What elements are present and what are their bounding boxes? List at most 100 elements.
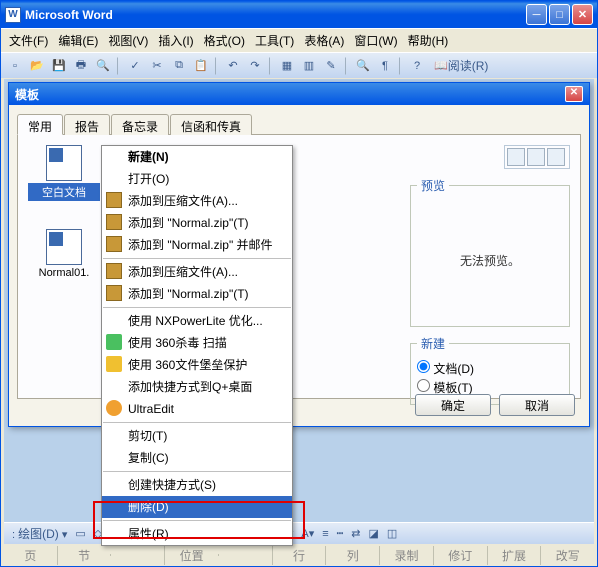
open-icon[interactable]: 📂: [27, 56, 47, 76]
status-blank: [110, 554, 164, 556]
view-large-icon[interactable]: [507, 148, 525, 166]
context-item-15[interactable]: 剪切(T): [102, 425, 292, 447]
dialog-title: 模板: [15, 86, 39, 103]
menu-file[interactable]: 文件(F): [5, 30, 52, 51]
zip-icon: [106, 285, 122, 301]
menu-window[interactable]: 窗口(W): [350, 30, 401, 51]
menu-insert[interactable]: 插入(I): [154, 30, 197, 51]
status-line: 行: [272, 546, 326, 565]
menu-format[interactable]: 格式(O): [200, 30, 249, 51]
select-icon[interactable]: ▭: [73, 526, 87, 541]
menu-view[interactable]: 视图(V): [104, 30, 152, 51]
context-item-4[interactable]: 添加到 "Normal.zip" 并邮件: [102, 234, 292, 256]
columns-icon[interactable]: ▥: [299, 56, 319, 76]
context-item-19[interactable]: 删除(D): [102, 496, 292, 518]
maximize-button[interactable]: □: [549, 4, 570, 25]
context-item-21[interactable]: 属性(R): [102, 523, 292, 545]
document-icon: [46, 229, 82, 265]
cut-icon[interactable]: ✂: [147, 56, 167, 76]
separator: [345, 57, 349, 75]
zoom-icon[interactable]: 🔍: [353, 56, 373, 76]
menu-table[interactable]: 表格(A): [300, 30, 348, 51]
drawing-toolbar: : 绘图(D) ▾ ▭ ◇ ╲ ↘ ▭ ◯ A 𝐀 ⬡ 🖼 🪣▾ ✎▾ A▾ ≡…: [4, 522, 594, 544]
read-button[interactable]: 📖 阅读(R): [429, 56, 493, 76]
dialog-close-button[interactable]: ✕: [565, 86, 583, 102]
preview-icon[interactable]: 🔍: [93, 56, 113, 76]
help-icon[interactable]: ?: [407, 56, 427, 76]
drawing-icon[interactable]: ✎: [321, 56, 341, 76]
context-item-label: 添加到 "Normal.zip"(T): [128, 287, 249, 301]
font-color-icon[interactable]: A▾: [299, 526, 316, 541]
context-item-label: UltraEdit: [128, 402, 174, 416]
context-item-13[interactable]: UltraEdit: [102, 398, 292, 420]
undo-icon[interactable]: ↶: [223, 56, 243, 76]
menu-tools[interactable]: 工具(T): [251, 30, 298, 51]
context-item-16[interactable]: 复制(C): [102, 447, 292, 469]
copy-icon[interactable]: ⧉: [169, 56, 189, 76]
view-list-icon[interactable]: [527, 148, 545, 166]
menu-separator: [103, 307, 291, 308]
s360y-icon: [106, 356, 122, 372]
menu-separator: [103, 258, 291, 259]
zip-icon: [106, 214, 122, 230]
tab-report[interactable]: 报告: [64, 114, 110, 135]
preview-text: 无法预览。: [417, 200, 563, 320]
drawing-label[interactable]: : 绘图(D) ▾: [10, 524, 69, 543]
context-item-18[interactable]: 创建快捷方式(S): [102, 474, 292, 496]
cancel-button[interactable]: 取消: [499, 394, 575, 416]
context-item-0[interactable]: 新建(N): [102, 146, 292, 168]
line-style-icon[interactable]: ≡: [320, 527, 330, 541]
context-item-1[interactable]: 打开(O): [102, 168, 292, 190]
separator: [269, 57, 273, 75]
minimize-button[interactable]: ─: [526, 4, 547, 25]
menu-edit[interactable]: 编辑(E): [54, 30, 102, 51]
print-icon[interactable]: 🖶: [71, 56, 91, 76]
close-button[interactable]: ✕: [572, 4, 593, 25]
context-item-label: 剪切(T): [128, 429, 167, 443]
context-item-6[interactable]: 添加到压缩文件(A)...: [102, 261, 292, 283]
context-item-label: 属性(R): [128, 527, 169, 541]
status-page: 页: [4, 546, 57, 565]
context-item-label: 复制(C): [128, 451, 169, 465]
context-item-7[interactable]: 添加到 "Normal.zip"(T): [102, 283, 292, 305]
paste-icon[interactable]: 📋: [191, 56, 211, 76]
tab-memo[interactable]: 备忘录: [111, 114, 169, 135]
redo-icon[interactable]: ↷: [245, 56, 265, 76]
status-overwrite: 改写: [540, 546, 594, 565]
context-item-11[interactable]: 使用 360文件堡垒保护: [102, 354, 292, 376]
separator: [399, 57, 403, 75]
context-item-label: 添加到 "Normal.zip"(T): [128, 216, 249, 230]
template-item-normal[interactable]: Normal01.: [28, 229, 100, 279]
context-item-10[interactable]: 使用 360杀毒 扫描: [102, 332, 292, 354]
context-item-2[interactable]: 添加到压缩文件(A)...: [102, 190, 292, 212]
new-legend: 新建: [417, 335, 449, 352]
status-section: 节: [57, 546, 111, 565]
context-item-3[interactable]: 添加到 "Normal.zip"(T): [102, 212, 292, 234]
status-extend: 扩展: [487, 546, 541, 565]
tab-letter[interactable]: 信函和传真: [170, 114, 252, 135]
context-item-9[interactable]: 使用 NXPowerLite 优化...: [102, 310, 292, 332]
context-item-label: 使用 360文件堡垒保护: [128, 358, 247, 372]
table-icon[interactable]: ▦: [277, 56, 297, 76]
view-detail-icon[interactable]: [547, 148, 565, 166]
shadow-icon[interactable]: ◪: [367, 526, 381, 541]
arrow-style-icon[interactable]: ⇄: [349, 526, 362, 541]
context-item-12[interactable]: 添加快捷方式到Q+桌面: [102, 376, 292, 398]
tab-common[interactable]: 常用: [17, 114, 63, 135]
context-item-label: 添加到压缩文件(A)...: [128, 194, 238, 208]
template-item-blank[interactable]: 空白文档: [28, 145, 100, 201]
context-item-label: 使用 NXPowerLite 优化...: [128, 314, 263, 328]
save-icon[interactable]: 💾: [49, 56, 69, 76]
new-icon[interactable]: ▫: [5, 56, 25, 76]
menu-separator: [103, 520, 291, 521]
dash-icon[interactable]: ┅: [335, 526, 346, 541]
radio-document[interactable]: 文档(D): [417, 360, 563, 377]
status-blank2: [218, 554, 272, 556]
context-item-label: 添加到 "Normal.zip" 并邮件: [128, 238, 273, 252]
paragraph-icon[interactable]: ¶: [375, 56, 395, 76]
3d-icon[interactable]: ◫: [385, 526, 399, 541]
spell-icon[interactable]: ✓: [125, 56, 145, 76]
menubar: 文件(F) 编辑(E) 视图(V) 插入(I) 格式(O) 工具(T) 表格(A…: [1, 28, 597, 52]
ok-button[interactable]: 确定: [415, 394, 491, 416]
menu-help[interactable]: 帮助(H): [404, 30, 453, 51]
